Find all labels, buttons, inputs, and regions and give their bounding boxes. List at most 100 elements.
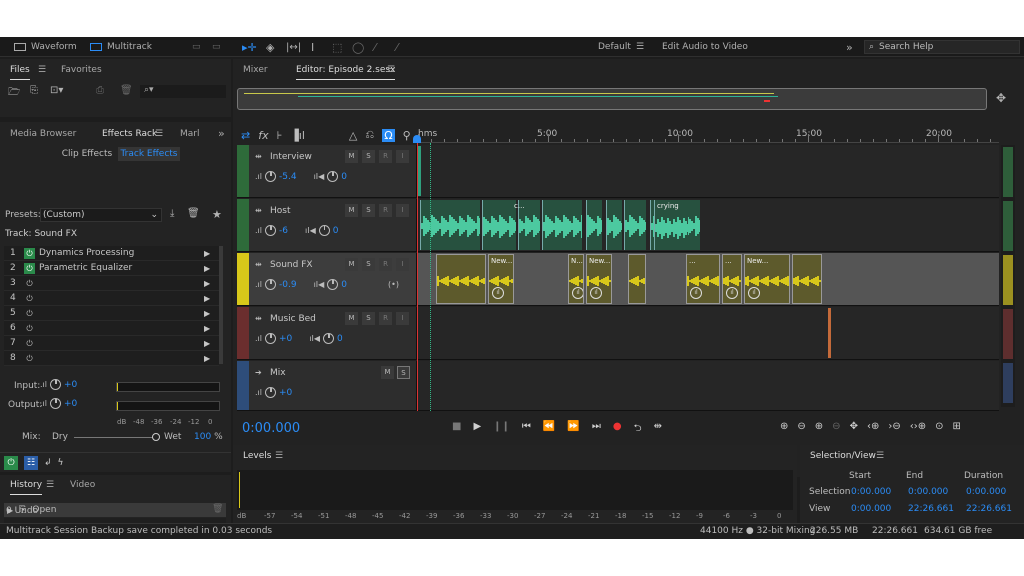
volume-knob-icon[interactable] — [265, 387, 276, 398]
insert-into-multitrack-icon[interactable]: ⎙ — [96, 85, 104, 96]
audio-clip[interactable]: ... ıl — [722, 254, 742, 304]
pan-value[interactable]: 0 — [333, 226, 339, 236]
power-icon[interactable]: ⏻ — [24, 263, 35, 274]
mute-button[interactable]: M — [381, 366, 394, 379]
slot-scrollbar[interactable] — [219, 246, 223, 364]
tab-effects-rack[interactable]: Effects Rack — [102, 124, 157, 144]
output-gain-control[interactable]: .ıl +0 — [40, 398, 77, 409]
tab-favorites[interactable]: Favorites — [61, 60, 102, 80]
time-display[interactable]: 0:00.000 — [242, 421, 300, 436]
solo-button[interactable]: S — [362, 312, 375, 325]
audio-clip[interactable] — [586, 200, 602, 250]
selection-end[interactable]: 0:00.000 — [908, 487, 948, 497]
sends-icon[interactable]: ⊦ — [277, 129, 283, 142]
effects-menu-icon[interactable]: ☰ — [155, 124, 163, 144]
wet-value[interactable]: 100 % — [194, 432, 223, 442]
slot-arrow-icon[interactable]: ▶ — [204, 351, 210, 366]
more-tabs-icon[interactable]: » — [218, 124, 225, 144]
pan-knob-icon[interactable] — [323, 333, 335, 344]
workspace-menu-icon[interactable]: ☰ — [636, 37, 644, 57]
edit-to-video-workspace[interactable]: Edit Audio to Video — [662, 37, 748, 57]
presets-dropdown[interactable]: (Custom) ⌄ — [40, 208, 162, 222]
clear-history-icon[interactable]: 🗑 — [212, 504, 223, 514]
bolt-icon[interactable]: ϟ — [58, 458, 64, 468]
more-workspaces-icon[interactable]: » — [846, 37, 853, 57]
zoom-out-selection-icon[interactable]: ›⊖ — [888, 421, 900, 432]
mute-button[interactable]: M — [345, 150, 358, 163]
volume-knob-icon[interactable] — [265, 225, 276, 236]
track-name[interactable]: Sound FX — [270, 260, 313, 270]
pan-value[interactable]: 0 — [341, 280, 347, 290]
files-menu-icon[interactable]: ☰ — [38, 60, 46, 80]
files-search-field[interactable]: ⌕▾ — [140, 85, 226, 98]
slot-arrow-icon[interactable]: ▶ — [204, 306, 210, 321]
pan-value[interactable]: 0 — [341, 172, 347, 182]
record-arm-button[interactable]: R — [379, 312, 392, 325]
waveform-view-button[interactable]: Waveform — [14, 37, 77, 57]
solo-button[interactable]: S — [362, 258, 375, 271]
track-collapse-icon[interactable]: ➔ — [255, 368, 262, 377]
metronome-icon[interactable]: △ — [349, 129, 357, 142]
eq-icon[interactable]: ▐ıl — [290, 129, 305, 142]
track-name[interactable]: Interview — [270, 152, 312, 162]
move-tool-icon[interactable]: ▸✛ — [242, 37, 257, 57]
marker-pin-icon[interactable]: ⚲ — [403, 129, 411, 142]
input-monitor-button[interactable]: I — [396, 204, 409, 217]
record-icon[interactable]: ● — [613, 421, 622, 438]
fx-icon[interactable]: fx — [258, 129, 268, 142]
overview-navigator[interactable] — [237, 88, 987, 110]
slot-arrow-icon[interactable]: ▶ — [204, 261, 210, 276]
spot-healing-tool-icon[interactable]: ⁄ — [396, 37, 398, 57]
mute-button[interactable]: M — [345, 312, 358, 325]
selection-view-menu-icon[interactable]: ☰ — [876, 446, 884, 466]
audio-clip[interactable] — [828, 308, 831, 358]
clip-fx-icon[interactable]: ıl — [572, 287, 583, 299]
clip-fx-icon[interactable]: ıl — [748, 287, 760, 299]
spectral-display-icon[interactable]: ▭ — [192, 37, 201, 57]
search-help-field[interactable]: ⌕ Search Help — [864, 40, 1020, 54]
track-interview[interactable]: ⇹ Interview M S R I .ıl -5.4 ıI◀ 0 — [237, 145, 999, 198]
tab-track-effects[interactable]: Track Effects — [118, 147, 180, 161]
list-icon[interactable]: ☷ — [24, 455, 38, 470]
new-file-icon[interactable]: ⊡▾ — [50, 85, 63, 96]
slot-arrow-icon[interactable]: ▶ — [204, 291, 210, 306]
history-menu-icon[interactable]: ☰ — [46, 475, 54, 495]
slot-arrow-icon[interactable]: ▶ — [204, 336, 210, 351]
effect-slot[interactable]: 4 ⏻ ▶ — [4, 291, 219, 306]
pitch-display-icon[interactable]: ▭ — [212, 37, 221, 57]
clip-fx-icon[interactable]: ıl — [690, 287, 702, 299]
pan-knob-icon[interactable] — [318, 225, 330, 236]
tab-history[interactable]: History — [10, 475, 43, 495]
slot-arrow-icon[interactable]: ▶ — [204, 246, 210, 261]
save-preset-icon[interactable]: ⤓ — [170, 208, 174, 219]
track-collapse-icon[interactable]: ⇹ — [255, 152, 262, 161]
solo-button[interactable]: S — [397, 366, 410, 379]
power-icon[interactable]: ⏻ — [24, 338, 35, 349]
slot-arrow-icon[interactable]: ▶ — [204, 276, 210, 291]
audio-clip[interactable] — [624, 200, 646, 250]
volume-value[interactable]: -6 — [279, 226, 288, 236]
timeline-ruler[interactable]: hms5:0010:0015:0020:00 — [418, 125, 999, 143]
track-name[interactable]: Host — [270, 206, 291, 216]
favorite-star-icon[interactable]: ★ — [212, 208, 222, 221]
effect-slot[interactable]: 7 ⏻ ▶ — [4, 336, 219, 351]
selection-start[interactable]: 0:00.000 — [851, 487, 891, 497]
power-icon[interactable]: ⏻ — [24, 323, 35, 334]
clip-fx-icon[interactable]: ıl — [590, 287, 602, 299]
fx-power-icon[interactable]: (•) — [388, 280, 399, 289]
brush-tool-icon[interactable]: ⁄ — [374, 37, 376, 57]
razor-tool-icon[interactable]: ◈ — [266, 37, 274, 57]
clip-fx-icon[interactable]: ıl — [726, 287, 738, 299]
effect-slot[interactable]: 8 ⏻ ▶ — [4, 351, 219, 366]
fast-forward-icon[interactable]: ⏩ — [567, 421, 579, 438]
tab-media-browser[interactable]: Media Browser — [10, 124, 76, 144]
marquee-tool-icon[interactable]: ⬚ — [332, 37, 342, 57]
track-mix[interactable]: ➔ Mix M S .ıl +0 — [237, 361, 999, 411]
solo-button[interactable]: S — [362, 150, 375, 163]
pause-icon[interactable]: ❙❙ — [493, 421, 510, 438]
tab-video[interactable]: Video — [70, 475, 95, 495]
audio-clip[interactable] — [436, 254, 486, 304]
input-monitor-button[interactable]: I — [396, 312, 409, 325]
volume-value[interactable]: +0 — [279, 388, 292, 398]
record-arm-button[interactable]: R — [379, 150, 392, 163]
